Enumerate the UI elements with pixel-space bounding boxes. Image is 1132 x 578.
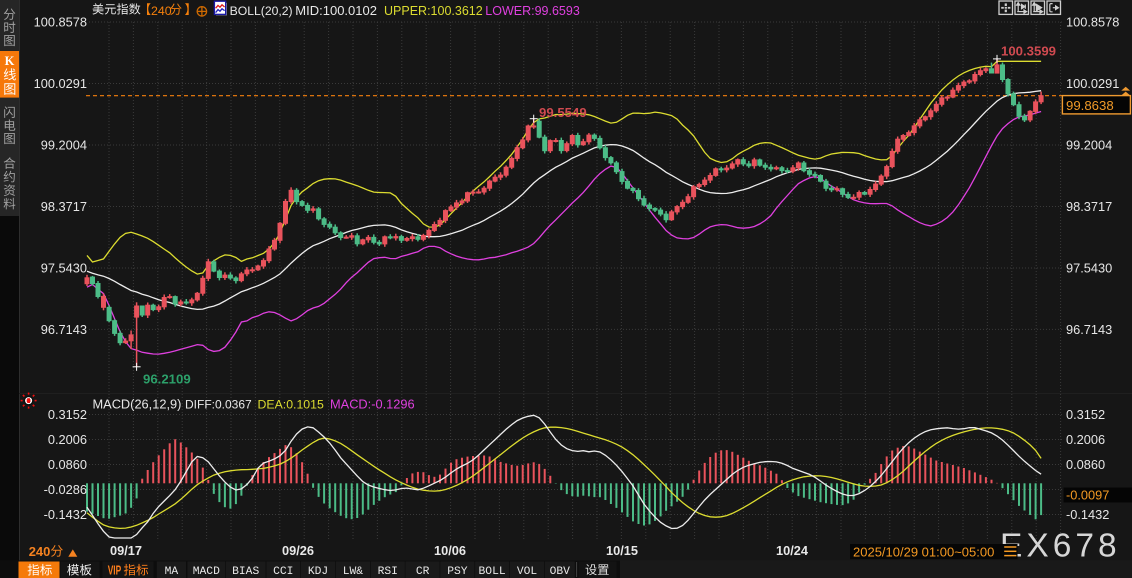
svg-text:MA: MA xyxy=(165,566,179,578)
svg-text:RSI: RSI xyxy=(378,566,398,578)
svg-text:0.2006: 0.2006 xyxy=(48,432,87,447)
svg-text:MACD:-0.1296: MACD:-0.1296 xyxy=(330,397,415,412)
svg-text:99.5549: 99.5549 xyxy=(539,105,587,120)
svg-text:96.7143: 96.7143 xyxy=(1066,322,1112,337)
svg-text:96.2109: 96.2109 xyxy=(143,372,191,387)
svg-text:0.0860: 0.0860 xyxy=(48,457,87,472)
svg-text:UPPER:100.3612: UPPER:100.3612 xyxy=(384,4,483,18)
svg-text:KDJ: KDJ xyxy=(308,566,328,578)
svg-text:LOWER:99.6593: LOWER:99.6593 xyxy=(485,4,580,18)
svg-text:2025/10/29 01:00~05:00: 2025/10/29 01:00~05:00 xyxy=(853,544,994,559)
svg-text:CR: CR xyxy=(416,566,430,578)
svg-text:MACD(26,12,9): MACD(26,12,9) xyxy=(93,397,182,412)
svg-text:-0.1432: -0.1432 xyxy=(44,507,87,522)
svg-text:DIFF:0.0367: DIFF:0.0367 xyxy=(185,398,252,412)
svg-text:96.7143: 96.7143 xyxy=(41,322,87,337)
svg-text:0.2006: 0.2006 xyxy=(1066,432,1105,447)
svg-text:LW&: LW& xyxy=(343,566,364,578)
svg-text:99.8638: 99.8638 xyxy=(1066,98,1114,113)
svg-text:97.5430: 97.5430 xyxy=(41,261,87,276)
svg-text:98.3717: 98.3717 xyxy=(1066,199,1112,214)
svg-text:100.0291: 100.0291 xyxy=(34,76,87,91)
svg-text:MACD: MACD xyxy=(193,566,220,578)
svg-text:VIP: VIP xyxy=(108,564,121,578)
svg-text:VOL: VOL xyxy=(517,566,538,578)
svg-text:CCI: CCI xyxy=(273,566,293,578)
svg-text:0.0860: 0.0860 xyxy=(1066,457,1105,472)
svg-text:10/15: 10/15 xyxy=(606,543,638,558)
svg-text:-0.1432: -0.1432 xyxy=(1066,507,1109,522)
svg-text:BOLL: BOLL xyxy=(479,566,506,578)
svg-text:98.3717: 98.3717 xyxy=(41,199,87,214)
svg-text:0.3152: 0.3152 xyxy=(1066,407,1105,422)
svg-text:10/24: 10/24 xyxy=(776,543,809,558)
svg-text:MID:100.0102: MID:100.0102 xyxy=(295,3,377,18)
svg-text:BIAS: BIAS xyxy=(232,566,259,578)
svg-text:0.3152: 0.3152 xyxy=(48,407,87,422)
svg-text:240: 240 xyxy=(29,544,51,559)
svg-text:-0.0286: -0.0286 xyxy=(44,482,87,497)
svg-text:PSY: PSY xyxy=(447,566,468,578)
svg-text:100.0291: 100.0291 xyxy=(1066,76,1119,91)
svg-text:240: 240 xyxy=(151,4,172,18)
svg-text:DEA:0.1015: DEA:0.1015 xyxy=(258,398,324,412)
svg-text:09/17: 09/17 xyxy=(110,543,142,558)
svg-text:-0.0097: -0.0097 xyxy=(1066,488,1109,503)
svg-text:BOLL(20,2): BOLL(20,2) xyxy=(230,4,293,18)
svg-text:99.2004: 99.2004 xyxy=(1066,138,1112,153)
svg-text:EX678: EX678 xyxy=(1000,528,1121,565)
svg-text:K: K xyxy=(5,54,15,68)
svg-text:100.8578: 100.8578 xyxy=(1066,15,1119,30)
svg-text:OBV: OBV xyxy=(550,566,571,578)
svg-text:100.8578: 100.8578 xyxy=(34,15,87,30)
svg-text:10/06: 10/06 xyxy=(434,543,466,558)
svg-text:100.3599: 100.3599 xyxy=(1001,44,1056,59)
svg-text:09/26: 09/26 xyxy=(282,543,314,558)
svg-text:99.2004: 99.2004 xyxy=(41,138,87,153)
svg-text:97.5430: 97.5430 xyxy=(1066,261,1112,276)
